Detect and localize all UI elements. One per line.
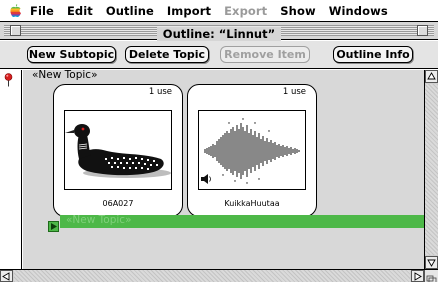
menu-export: Export: [224, 3, 268, 18]
scroll-left-arrow-icon[interactable]: [0, 270, 13, 282]
scroll-down-arrow-icon[interactable]: [425, 256, 438, 269]
horizontal-scroll-track[interactable]: [14, 270, 410, 282]
menu-file[interactable]: File: [30, 4, 54, 18]
delete-topic-button[interactable]: Delete Topic: [125, 46, 209, 63]
menu-edit[interactable]: Edit: [67, 4, 93, 18]
new-subtopic-button[interactable]: New Subtopic: [27, 46, 116, 63]
menu-outline[interactable]: Outline: [106, 4, 154, 18]
outline-toolbar: New Subtopic Delete Topic Remove Item Ou…: [0, 41, 438, 69]
scroll-up-arrow-icon[interactable]: [425, 70, 438, 83]
loon-bird-image: [64, 110, 172, 190]
menu-import[interactable]: Import: [167, 4, 211, 18]
sound-waveform-image: [198, 110, 306, 190]
use-count: 1 use: [148, 87, 172, 97]
outline-gutter: [0, 70, 22, 269]
horizontal-scrollbar[interactable]: [0, 269, 438, 282]
apple-logo-icon[interactable]: [0, 1, 30, 21]
item-caption: KuikkaHuutaa: [224, 199, 280, 208]
outline-info-button[interactable]: Outline Info: [333, 46, 413, 63]
window-title-bar[interactable]: Outline: “Linnut”: [0, 22, 438, 41]
resize-grow-box-icon[interactable]: [424, 270, 438, 282]
item-card[interactable]: 1 use: [187, 84, 317, 217]
use-count: 1 use: [282, 87, 306, 97]
expand-arrow-icon[interactable]: [48, 217, 59, 232]
vertical-scrollbar[interactable]: [424, 70, 438, 269]
window-title: Outline: “Linnut”: [156, 27, 282, 41]
remove-item-button: Remove Item: [220, 46, 310, 63]
item-card[interactable]: 1 use: [53, 84, 183, 217]
subtopic-label[interactable]: «New Topic»: [66, 214, 132, 226]
scroll-right-arrow-icon[interactable]: [411, 270, 424, 282]
vertical-scroll-track[interactable]: [425, 84, 438, 255]
menu-bar: File Edit Outline Import Export Show Win…: [0, 0, 438, 22]
menu-show[interactable]: Show: [280, 4, 315, 18]
menu-windows[interactable]: Windows: [329, 4, 388, 18]
subtopic-row[interactable]: «New Topic»: [60, 214, 424, 228]
pin-icon[interactable]: [4, 72, 13, 91]
item-caption: 06A027: [102, 199, 134, 208]
topic-label[interactable]: «New Topic»: [32, 69, 98, 81]
